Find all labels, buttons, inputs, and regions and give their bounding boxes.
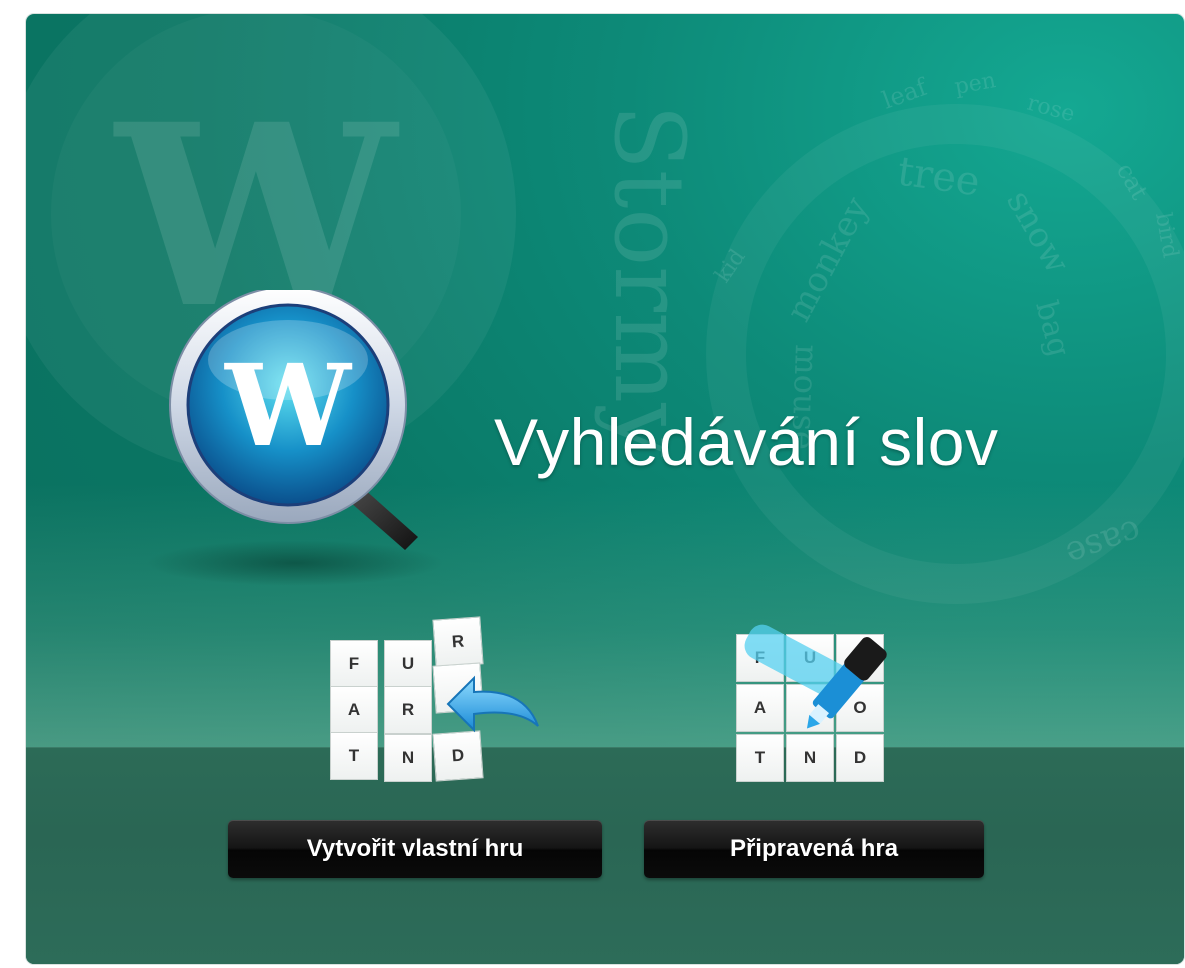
tile: R bbox=[432, 616, 484, 668]
tile: N bbox=[384, 734, 432, 782]
marker-icon bbox=[744, 624, 887, 729]
background-word-bird: bird bbox=[1150, 211, 1183, 260]
background-word-rose: rose bbox=[1024, 91, 1077, 128]
tile: U bbox=[384, 640, 432, 688]
logo-w-letter: W bbox=[224, 341, 353, 472]
background-word-bag: bag bbox=[1028, 297, 1076, 360]
tile: D bbox=[836, 734, 884, 782]
tile: F bbox=[330, 640, 378, 688]
background-word-cat: cat bbox=[1111, 158, 1154, 205]
background-word-leaf: leaf bbox=[878, 72, 932, 114]
tile: R bbox=[384, 686, 432, 734]
background-word-kid: kid bbox=[710, 245, 750, 288]
magnifier-w-icon: W bbox=[169, 290, 418, 550]
background-word-snow: snow bbox=[998, 184, 1077, 281]
page-title: Vyhledávání slov bbox=[494, 405, 999, 479]
tiles-with-marker-icon[interactable]: F U A O T N D bbox=[734, 624, 914, 794]
background-word-pen: pen bbox=[953, 68, 998, 100]
background-word-monkey: monkey bbox=[779, 190, 878, 328]
tile: T bbox=[736, 734, 784, 782]
create-own-game-button[interactable]: Vytvořit vlastní hru bbox=[228, 820, 602, 878]
tile: T bbox=[330, 732, 378, 780]
arrow-left-icon bbox=[446, 675, 539, 733]
prepared-game-button[interactable]: Připravená hra bbox=[644, 820, 984, 878]
tile: N bbox=[786, 734, 834, 782]
tiles-with-arrow-icon[interactable]: R D F A T U R N bbox=[326, 612, 546, 792]
panel-lower-band bbox=[26, 747, 1184, 964]
background-word-tree: tree bbox=[895, 148, 983, 205]
tile: A bbox=[330, 686, 378, 734]
